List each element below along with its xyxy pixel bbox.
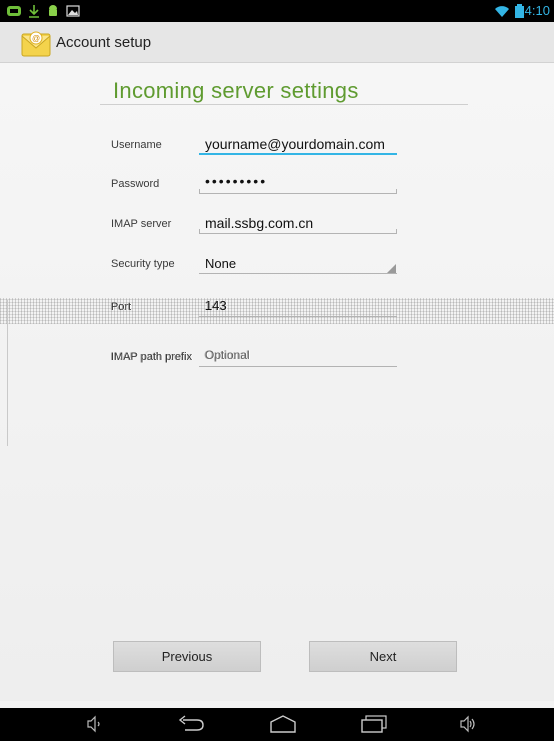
notification-icon bbox=[7, 6, 21, 16]
recent-apps-icon[interactable] bbox=[360, 714, 388, 734]
username-field[interactable]: yourname@yourdomain.com bbox=[205, 136, 385, 152]
action-bar: @ Account setup bbox=[0, 22, 554, 63]
port-underline bbox=[199, 316, 397, 317]
security-type-label: Security type bbox=[111, 258, 175, 270]
previous-button[interactable]: Previous bbox=[113, 641, 261, 672]
field-tick bbox=[396, 229, 397, 233]
wifi-icon bbox=[495, 6, 509, 17]
android-icon bbox=[49, 5, 57, 16]
email-app-icon[interactable]: @ bbox=[20, 28, 54, 58]
imap-server-label: IMAP server bbox=[111, 218, 172, 230]
home-icon[interactable] bbox=[268, 714, 298, 734]
username-underline bbox=[199, 153, 397, 155]
heading-divider bbox=[100, 104, 468, 105]
volume-up-icon[interactable] bbox=[459, 714, 477, 734]
imap-path-prefix-field[interactable]: Optional bbox=[205, 348, 250, 362]
imap-path-prefix-label: IMAP path prefix bbox=[111, 351, 193, 363]
back-icon[interactable] bbox=[177, 714, 205, 734]
status-bar: 14:10 bbox=[0, 0, 554, 22]
imap-server-field[interactable]: mail.ssbg.com.cn bbox=[205, 215, 313, 231]
glitch-band bbox=[0, 298, 554, 324]
port-field[interactable]: 143 bbox=[205, 298, 227, 313]
security-type-underline bbox=[199, 273, 397, 274]
form-heading: Incoming server settings bbox=[113, 78, 359, 103]
svg-text:@: @ bbox=[32, 34, 40, 43]
dropdown-arrow-icon bbox=[387, 264, 396, 273]
password-field[interactable]: ••••••••• bbox=[205, 173, 267, 189]
security-type-spinner[interactable]: None bbox=[205, 256, 236, 271]
page-title: Account setup bbox=[56, 34, 152, 51]
password-underline bbox=[199, 193, 397, 194]
image-icon bbox=[66, 5, 80, 17]
left-edge-line bbox=[7, 300, 8, 446]
volume-down-icon[interactable] bbox=[86, 714, 102, 734]
download-icon bbox=[29, 5, 39, 18]
clock: 14:10 bbox=[517, 3, 550, 18]
field-tick bbox=[199, 189, 200, 193]
imap-path-prefix-underline bbox=[199, 366, 397, 367]
password-label: Password bbox=[111, 178, 160, 190]
navigation-bar bbox=[0, 708, 554, 741]
next-button[interactable]: Next bbox=[309, 641, 457, 672]
content-area bbox=[0, 63, 554, 701]
field-tick bbox=[396, 189, 397, 193]
imap-server-underline bbox=[199, 233, 397, 234]
port-label: Port bbox=[111, 301, 132, 313]
username-label: Username bbox=[111, 139, 162, 151]
field-tick bbox=[199, 229, 200, 233]
